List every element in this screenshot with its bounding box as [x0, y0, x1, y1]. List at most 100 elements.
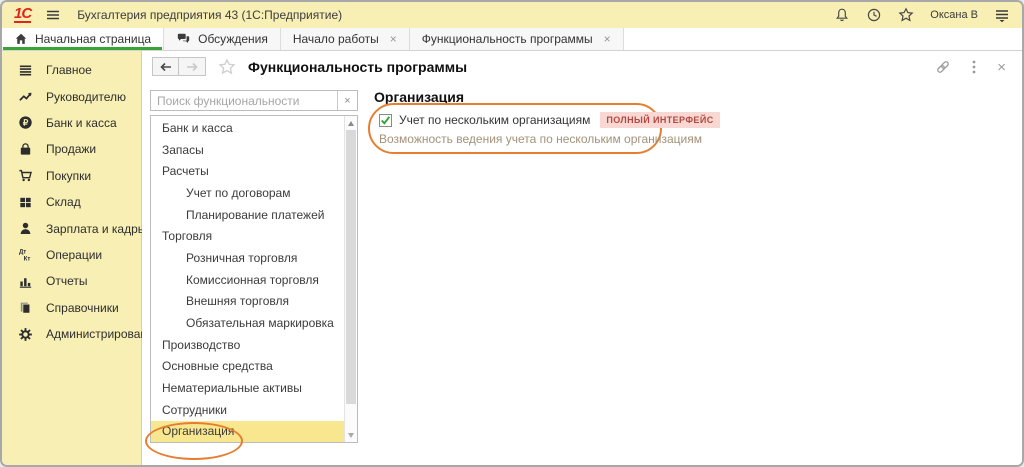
list-item-organization[interactable]: Организация: [151, 421, 344, 443]
sidebar-item-administration[interactable]: Администрирование: [2, 321, 141, 347]
sidebar-item-warehouse[interactable]: Склад: [2, 189, 141, 215]
close-form-icon[interactable]: ×: [997, 60, 1006, 75]
list-item-label: Учет по договорам: [186, 186, 290, 200]
list-item-payment-planning[interactable]: Планирование платежей: [151, 204, 344, 226]
grid-icon: [17, 195, 33, 210]
list-item-foreign-trade[interactable]: Внешняя торговля: [151, 291, 344, 313]
get-link-icon[interactable]: [935, 59, 951, 75]
list-item-label: Запасы: [162, 143, 204, 157]
tab-getting-started[interactable]: Начало работы ×: [281, 28, 410, 50]
tab-discussions[interactable]: Обсуждения: [164, 28, 281, 50]
list-item-mandatory-labeling[interactable]: Обязательная маркировка: [151, 312, 344, 334]
sidebar-item-reports[interactable]: Отчеты: [2, 268, 141, 294]
list-item-settlements[interactable]: Расчеты: [151, 160, 344, 182]
sidebar-item-sales[interactable]: Продажи: [2, 136, 141, 162]
sidebar-item-bank-cash[interactable]: ₽ Банк и касса: [2, 110, 141, 136]
svg-text:₽: ₽: [22, 118, 27, 128]
search-box: ×: [150, 90, 358, 111]
sidebar-item-label: Покупки: [46, 169, 91, 183]
functionality-rows: Банк и касса Запасы Расчеты Учет по дого…: [151, 117, 344, 442]
list-item-inventory[interactable]: Запасы: [151, 139, 344, 161]
list-item-contract-accounting[interactable]: Учет по договорам: [151, 182, 344, 204]
home-icon: [14, 32, 28, 46]
list-item-label: Банк и касса: [162, 121, 233, 135]
list-item-retail-trade[interactable]: Розничная торговля: [151, 247, 344, 269]
chat-icon: [176, 32, 191, 46]
checkmark-icon: [380, 115, 391, 126]
navigation-row: Функциональность программы: [152, 57, 467, 76]
main-menu-icon[interactable]: [45, 7, 61, 23]
app-body: Главное Руководителю ₽ Банк и касса Прод…: [2, 51, 1022, 465]
sidebar-item-operations[interactable]: ДтКт Операции: [2, 242, 141, 268]
list-item-bank-cash[interactable]: Банк и касса: [151, 117, 344, 139]
current-user[interactable]: Оксана В: [930, 9, 978, 21]
back-button[interactable]: [152, 57, 179, 76]
sidebar-item-label: Зарплата и кадры: [46, 222, 146, 236]
forward-button[interactable]: [179, 57, 206, 76]
list-item-commission-trade[interactable]: Комиссионная торговля: [151, 269, 344, 291]
svg-text:Кт: Кт: [23, 256, 30, 262]
list-item-label: Нематериальные активы: [162, 381, 302, 395]
tab-close-icon[interactable]: ×: [604, 33, 611, 45]
sidebar-item-directories[interactable]: Справочники: [2, 295, 141, 321]
clear-search-icon[interactable]: ×: [337, 91, 357, 110]
sidebar-item-main[interactable]: Главное: [2, 57, 141, 83]
list-scrollbar[interactable]: [344, 116, 357, 442]
content-area: Функциональность программы × × Банк и ка…: [142, 51, 1022, 465]
sidebar-item-label: Руководителю: [46, 90, 126, 104]
notifications-bell-icon[interactable]: [834, 7, 850, 23]
sidebar-item-label: Продажи: [46, 142, 96, 156]
functionality-list: Банк и касса Запасы Расчеты Учет по дого…: [150, 115, 358, 443]
scrollbar-thumb[interactable]: [346, 130, 356, 404]
sidebar-item-purchases[interactable]: Покупки: [2, 163, 141, 189]
tab-program-functionality[interactable]: Функциональность программы ×: [410, 28, 624, 50]
list-item-intangible-assets[interactable]: Нематериальные активы: [151, 377, 344, 399]
more-kebab-icon[interactable]: [971, 59, 977, 75]
list-item-label: Организация: [162, 424, 234, 438]
list-item-employees[interactable]: Сотрудники: [151, 399, 344, 421]
add-favorite-star-icon[interactable]: [218, 58, 236, 76]
feature-annotation-circle: Учет по нескольким организациям ПОЛНЫЙ И…: [368, 103, 662, 154]
books-icon: [17, 300, 33, 315]
page-title: Функциональность программы: [248, 59, 467, 75]
list-item-label: Внешняя торговля: [186, 294, 289, 308]
scroll-down-icon[interactable]: [345, 429, 357, 441]
service-menu-icon[interactable]: [994, 7, 1010, 23]
list-item-label: Сотрудники: [162, 403, 227, 417]
sidebar-item-label: Операции: [46, 248, 102, 262]
menu-lines-icon: [17, 63, 33, 78]
list-item-label: Комиссионная торговля: [186, 273, 319, 287]
sidebar-item-payroll-hr[interactable]: Зарплата и кадры: [2, 215, 141, 241]
sidebar-item-label: Главное: [46, 63, 92, 77]
list-item-production[interactable]: Производство: [151, 334, 344, 356]
sidebar-item-label: Банк и касса: [46, 116, 117, 130]
gear-icon: [17, 327, 33, 342]
arrow-right-icon: [185, 61, 199, 73]
svg-text:Дт: Дт: [18, 249, 25, 256]
list-item-trade[interactable]: Торговля: [151, 225, 344, 247]
trend-icon: [17, 89, 33, 104]
1c-logo-icon: 1С: [14, 7, 31, 23]
favorites-star-icon[interactable]: [898, 7, 914, 23]
feature-row: Учет по нескольким организациям ПОЛНЫЙ И…: [379, 112, 660, 128]
full-interface-badge: ПОЛНЫЙ ИНТЕРФЕЙС: [600, 112, 719, 128]
tab-label: Начало работы: [293, 32, 379, 46]
tab-close-icon[interactable]: ×: [390, 33, 397, 45]
cart-icon: [17, 168, 33, 183]
feature-description: Возможность ведения учета по нескольким …: [379, 132, 660, 146]
history-clock-icon[interactable]: [866, 7, 882, 23]
bag-icon: [17, 142, 33, 157]
sidebar-item-label: Склад: [46, 195, 81, 209]
list-item-fixed-assets[interactable]: Основные средства: [151, 356, 344, 378]
multi-org-checkbox[interactable]: [379, 114, 392, 127]
multi-org-checkbox-label[interactable]: Учет по нескольким организациям: [399, 113, 590, 127]
list-item-label: Обязательная маркировка: [186, 316, 334, 330]
list-item-label: Основные средства: [162, 359, 273, 373]
list-item-label: Розничная торговля: [186, 251, 297, 265]
search-input[interactable]: [151, 91, 337, 110]
dtkt-icon: ДтКт: [17, 247, 33, 262]
top-bar: 1С Бухгалтерия предприятия 43 (1С:Предпр…: [2, 2, 1022, 28]
scroll-up-icon[interactable]: [345, 117, 357, 129]
sidebar-item-manager[interactable]: Руководителю: [2, 83, 141, 109]
tab-home[interactable]: Начальная страница: [2, 28, 164, 50]
